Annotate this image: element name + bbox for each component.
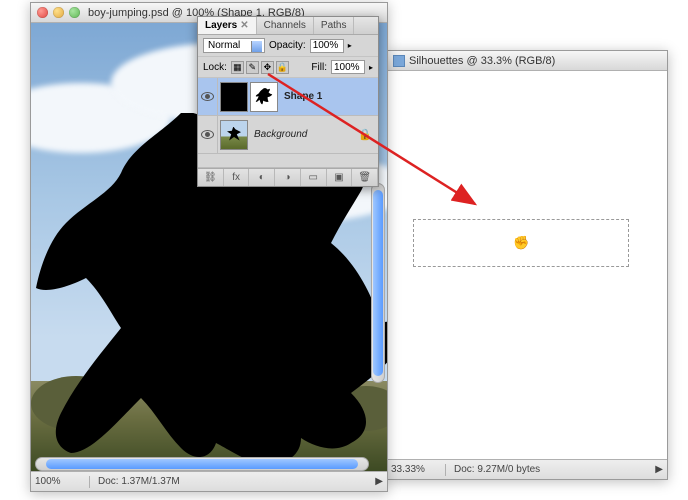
close-icon[interactable]: ✕ <box>240 20 248 31</box>
add-mask-button[interactable]: ◐ <box>249 169 275 186</box>
visibility-toggle[interactable] <box>198 116 218 153</box>
canvas[interactable]: ✊ <box>387 71 667 459</box>
opacity-input[interactable]: 100% <box>310 39 344 53</box>
eye-icon <box>201 130 214 139</box>
opacity-flyout-arrow-icon[interactable]: ▸ <box>348 41 352 50</box>
layer-fx-button[interactable]: fx <box>224 169 250 186</box>
lock-transparency-button[interactable]: ▦ <box>231 61 244 74</box>
layer-list-empty-area <box>198 154 378 168</box>
layers-panel: Layers✕ Channels Paths Normal Opacity: 1… <box>197 16 379 187</box>
zoom-button[interactable] <box>69 7 80 18</box>
link-layers-button[interactable]: ⛓ <box>198 169 224 186</box>
scrollbar-thumb[interactable] <box>373 190 383 376</box>
doc-info: Doc: 1.37M/1.37M <box>98 476 367 487</box>
new-group-button[interactable]: ▭ <box>301 169 327 186</box>
zoom-level[interactable]: 33.33% <box>391 464 437 475</box>
panel-footer: ⛓ fx ◐ ◑ ▭ ▣ 🗑 <box>198 168 378 186</box>
zoom-level[interactable]: 100% <box>35 476 81 487</box>
lock-fill-row: Lock: ▦ ✎ ✥ 🔒 Fill: 100% ▸ <box>198 57 378 78</box>
tab-paths[interactable]: Paths <box>314 17 355 34</box>
lock-label: Lock: <box>203 62 227 73</box>
window-title: Silhouettes @ 33.3% (RGB/8) <box>409 55 555 67</box>
panel-tabs: Layers✕ Channels Paths <box>198 17 378 35</box>
blend-opacity-row: Normal Opacity: 100% ▸ <box>198 35 378 57</box>
document-icon <box>393 55 405 67</box>
adjustment-layer-button[interactable]: ◑ <box>275 169 301 186</box>
layer-name[interactable]: Shape 1 <box>280 91 322 102</box>
layer-name[interactable]: Background <box>250 129 307 140</box>
layer-row-shape1[interactable]: Shape 1 <box>198 78 378 116</box>
eye-icon <box>201 92 214 101</box>
horizontal-scrollbar[interactable] <box>35 457 369 471</box>
status-bar: 33.33% Doc: 9.27M/0 bytes ▶ <box>387 459 667 479</box>
blend-mode-dropdown[interactable]: Normal <box>203 38 265 53</box>
close-button[interactable] <box>37 7 48 18</box>
doc-info: Doc: 9.27M/0 bytes <box>454 464 647 475</box>
tab-channels[interactable]: Channels <box>257 17 314 34</box>
tab-layers[interactable]: Layers✕ <box>198 17 257 34</box>
visibility-toggle[interactable] <box>198 78 218 115</box>
document-window-silhouettes: Silhouettes @ 33.3% (RGB/8) ✊ 33.33% Doc… <box>386 50 668 480</box>
vertical-scrollbar[interactable] <box>371 183 385 383</box>
layer-thumbnail-fill[interactable] <box>220 82 248 112</box>
fill-input[interactable]: 100% <box>331 60 365 74</box>
traffic-lights <box>37 7 80 18</box>
lock-icon: 🔒 <box>358 128 372 141</box>
delete-layer-button[interactable]: 🗑 <box>352 169 378 186</box>
scrollbar-thumb[interactable] <box>46 459 358 469</box>
minimize-button[interactable] <box>53 7 64 18</box>
grab-cursor-icon: ✊ <box>513 235 529 251</box>
lock-all-button[interactable]: 🔒 <box>276 61 289 74</box>
fill-flyout-arrow-icon[interactable]: ▸ <box>369 63 373 72</box>
lock-image-button[interactable]: ✎ <box>246 61 259 74</box>
info-menu-arrow-icon[interactable]: ▶ <box>655 464 663 475</box>
status-bar: 100% Doc: 1.37M/1.37M ▶ <box>31 471 387 491</box>
info-menu-arrow-icon[interactable]: ▶ <box>375 476 383 487</box>
lock-icon-group: ▦ ✎ ✥ 🔒 <box>231 61 289 74</box>
layer-list: Shape 1 Background 🔒 <box>198 78 378 168</box>
layer-row-background[interactable]: Background 🔒 <box>198 116 378 154</box>
opacity-label: Opacity: <box>269 40 306 51</box>
lock-position-button[interactable]: ✥ <box>261 61 274 74</box>
fill-label: Fill: <box>311 62 327 73</box>
layer-thumbnail[interactable] <box>220 120 248 150</box>
new-layer-button[interactable]: ▣ <box>327 169 353 186</box>
layer-thumbnail-mask[interactable] <box>250 82 278 112</box>
titlebar[interactable]: Silhouettes @ 33.3% (RGB/8) <box>387 51 667 71</box>
